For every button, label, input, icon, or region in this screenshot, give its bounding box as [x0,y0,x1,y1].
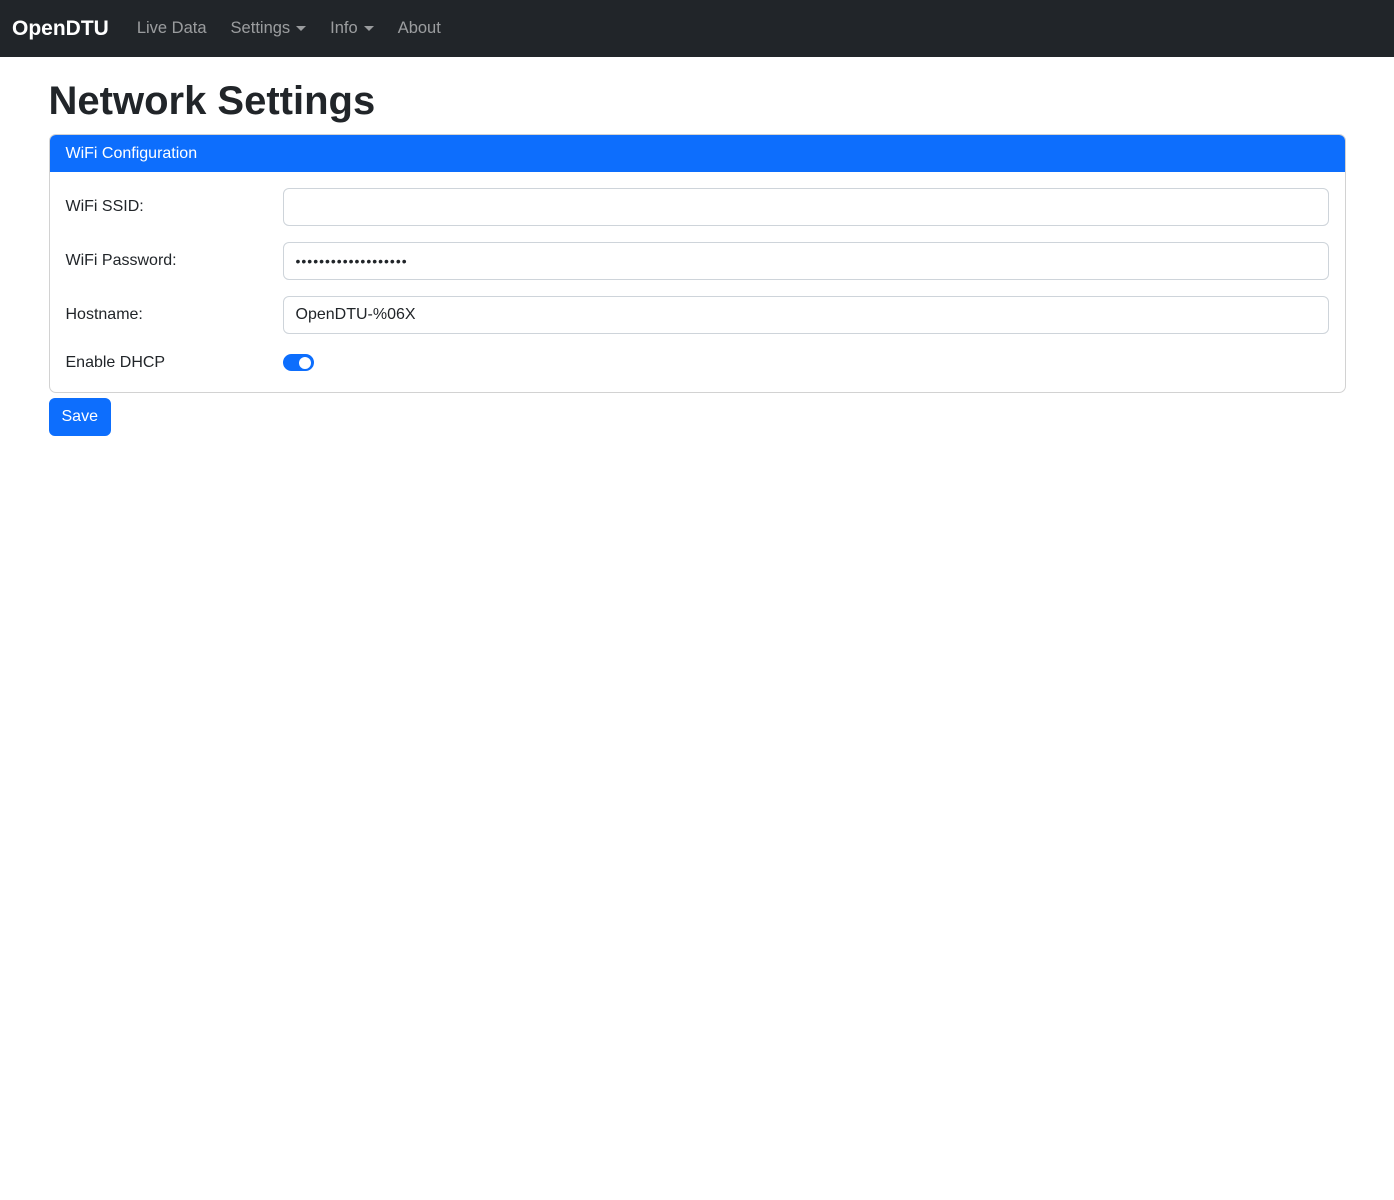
brand-opendtu[interactable]: OpenDTU [12,17,109,41]
form-row-ssid: WiFi SSID: [66,188,1329,226]
enable-dhcp-label: Enable DHCP [66,354,283,372]
hostname-input[interactable] [283,296,1329,334]
wifi-configuration-card: WiFi Configuration WiFi SSID: WiFi Passw… [49,134,1346,393]
main-content: Network Settings WiFi Configuration WiFi… [37,77,1358,436]
toggle-knob [299,357,311,369]
navbar-menu: Live Data Settings Info About [125,11,453,46]
form-row-hostname: Hostname: [66,296,1329,334]
form-row-dhcp: Enable DHCP [66,350,1329,376]
save-button[interactable]: Save [49,398,111,436]
nav-item-label: Live Data [137,19,207,38]
chevron-down-icon [296,26,306,31]
nav-item-label: About [398,19,441,38]
card-body: WiFi SSID: WiFi Password: Hostname: Enab… [50,172,1345,392]
card-header: WiFi Configuration [50,135,1345,172]
enable-dhcp-toggle[interactable] [283,354,314,371]
nav-item-live-data[interactable]: Live Data [129,11,215,46]
nav-item-info[interactable]: Info [322,11,382,46]
nav-item-about[interactable]: About [390,11,449,46]
form-row-password: WiFi Password: [66,242,1329,280]
wifi-ssid-input[interactable] [283,188,1329,226]
nav-item-settings[interactable]: Settings [223,11,315,46]
wifi-ssid-label: WiFi SSID: [66,198,283,216]
nav-item-label: Settings [231,19,291,38]
hostname-label: Hostname: [66,306,283,324]
nav-item-label: Info [330,19,358,38]
top-navbar: OpenDTU Live Data Settings Info About [0,0,1394,57]
wifi-password-label: WiFi Password: [66,252,283,270]
chevron-down-icon [364,26,374,31]
page-title: Network Settings [49,77,1346,125]
wifi-password-input[interactable] [283,242,1329,280]
